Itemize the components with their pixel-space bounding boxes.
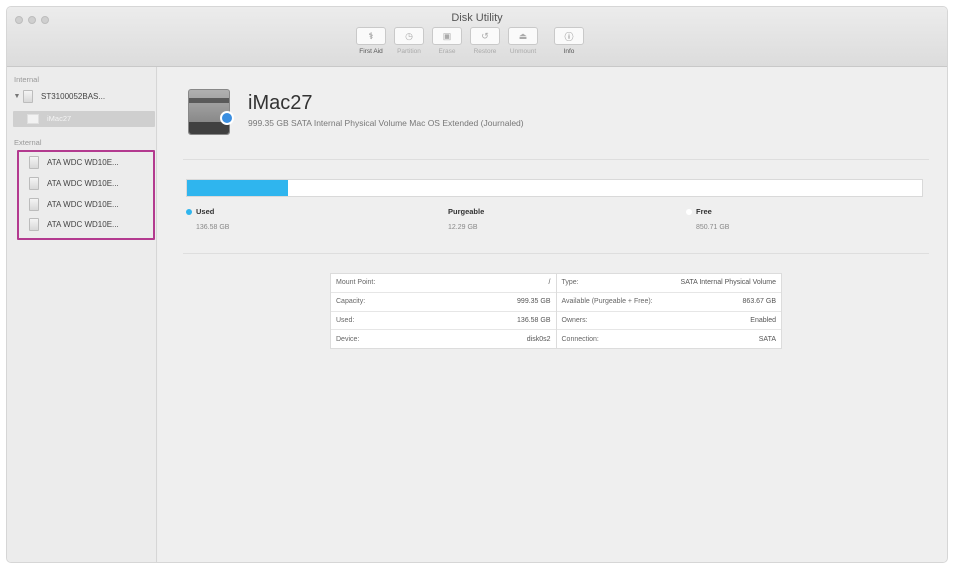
info-icon: ⓘ [554,27,584,45]
volume-subtitle: 999.35 GB SATA Internal Physical Volume … [248,118,524,128]
sidebar: Internal ▼ ST3100052BAS... iMac27 Extern… [7,67,157,562]
toolbar: ⚕ First Aid ◷ Partition ▣ Erase ↺ Restor… [352,27,588,55]
legend-purgeable-value: 12.29 GB [448,224,478,231]
table-row: Connection: SATA [561,335,777,343]
table-row: Mount Point: / [331,274,556,293]
restore-button[interactable]: ↺ Restore [466,27,504,55]
legend-used-value: 136.58 GB [196,224,230,231]
window-title: Disk Utility [451,12,503,24]
used-dot-icon [186,209,192,216]
unmount-icon: ⏏ [508,27,538,45]
hard-disk-icon [23,89,33,103]
partition-icon: ◷ [394,27,424,45]
volume-title: iMac27 [248,92,313,114]
divider [183,253,929,254]
partition-button[interactable]: ◷ Partition [390,27,428,55]
legend-used: Used [186,207,214,216]
info-column-right: Type: SATA Internal Physical Volume Avail… [555,274,781,348]
volume-label: iMac27 [47,114,72,123]
title-bar: Disk Utility ⚕ First Aid ◷ Partition ▣ E… [7,7,947,67]
main-panel: iMac27 999.35 GB SATA Internal Physical … [158,67,947,562]
first-aid-icon: ⚕ [356,27,386,45]
erase-label: Erase [438,48,456,55]
legend-free-value: 850.71 GB [696,224,730,231]
erase-button[interactable]: ▣ Erase [428,27,466,55]
restore-label: Restore [473,48,497,55]
disclosure-triangle-icon[interactable]: ▼ [11,93,23,100]
table-row: Owners: Enabled [556,312,781,331]
sidebar-item-internal-disk[interactable]: ▼ ST3100052BAS... [7,87,157,105]
first-aid-button[interactable]: ⚕ First Aid [352,27,390,55]
legend-purgeable: Purgeable [448,207,484,216]
legend-used-label: Used [196,207,215,216]
volume-large-icon [188,89,234,135]
info-label: Info [563,48,575,55]
volume-icon [27,114,39,124]
external-section-header: External [14,138,42,147]
restore-icon: ↺ [470,27,500,45]
table-row: Used: 136.58 GB [331,312,556,331]
info-button[interactable]: ⓘ Info [550,27,588,55]
erase-icon: ▣ [432,27,462,45]
usage-bar [186,179,923,197]
legend-free: Free [686,207,712,216]
external-disks-highlight [17,150,155,240]
table-row: Type: SATA Internal Physical Volume [556,274,781,293]
legend-purgeable-label: Purgeable [448,207,485,216]
sidebar-item-volume-selected[interactable]: iMac27 [13,111,155,127]
disk-utility-window: Disk Utility ⚕ First Aid ◷ Partition ▣ E… [6,6,948,563]
info-table: Mount Point: / Capacity: 999.35 GB Used: 13… [330,273,782,349]
internal-section-header: Internal [14,75,40,84]
table-row: Available (Purgeable + Free): 863.67 GB [556,293,781,312]
divider [183,159,929,160]
legend-free-label: Free [696,207,712,216]
info-column-left: Mount Point: / Capacity: 999.35 GB Used: 13… [331,274,556,348]
first-aid-label: First Aid [359,48,383,55]
table-row: Capacity: 999.35 GB [331,293,556,312]
table-row: Device: disk0s2 [336,335,551,343]
internal-disk-label: ST3100052BAS... [41,91,106,101]
free-dot-icon [686,209,692,216]
usage-bar-used-fill [187,180,289,196]
unmount-button[interactable]: ⏏ Unmount [504,27,542,55]
unmount-label: Unmount [509,48,537,55]
partition-label: Partition [397,48,421,55]
